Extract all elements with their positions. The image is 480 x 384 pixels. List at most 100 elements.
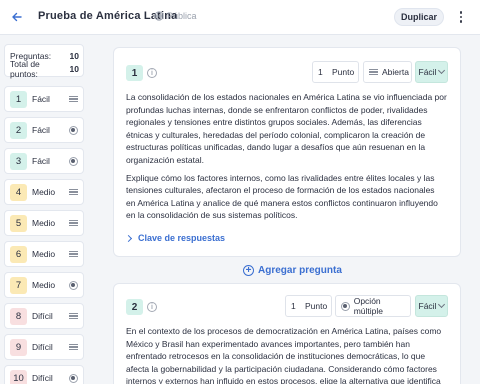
question-number-badge: 1 xyxy=(126,65,143,81)
question-nav-number: 10 xyxy=(10,369,27,384)
lines-icon xyxy=(68,311,78,321)
question-nav-difficulty: Fácil xyxy=(32,94,50,104)
points-unit: Punto xyxy=(305,301,328,311)
question-text-line: enfrentado retrocesos en la consolidació… xyxy=(126,351,426,362)
question-nav-difficulty: Medio xyxy=(32,280,56,290)
top-bar: Prueba de América Latina Pública Duplica… xyxy=(0,0,480,35)
lines-icon xyxy=(68,94,78,104)
question-text-line: regionales y tensiones entre distintos g… xyxy=(126,117,422,128)
question-text-line: afecta la gobernabilidad y la participac… xyxy=(126,363,437,374)
visibility-label: Pública xyxy=(167,11,197,21)
points-field[interactable]: 1 Punto xyxy=(312,61,359,83)
difficulty-selector[interactable]: Fácil xyxy=(415,295,448,317)
lines-icon xyxy=(68,218,78,228)
duplicate-button[interactable]: Duplicar xyxy=(394,8,444,26)
lines-icon xyxy=(68,187,78,197)
questions-count: 10 xyxy=(69,50,79,61)
question-nav-number: 4 xyxy=(10,183,27,201)
question-text: En el contexto de los procesos de democr… xyxy=(126,325,441,384)
lines-icon xyxy=(68,342,78,352)
question-nav-item[interactable]: 2 Fácil xyxy=(4,117,84,143)
question-text-line: Explique cómo los factores internos, com… xyxy=(126,172,435,183)
question-nav-item[interactable]: 6 Medio xyxy=(4,241,84,267)
radio-icon xyxy=(68,373,78,383)
question-nav-number: 6 xyxy=(10,245,27,263)
radio-icon xyxy=(341,301,350,311)
question-text-line: En el contexto de los procesos de democr… xyxy=(126,326,442,336)
question-text-line: en América Latina y analice de qué maner… xyxy=(126,197,438,208)
add-question-button[interactable]: + Agregar pregunta xyxy=(243,265,342,276)
question-text-line: organización estatal. xyxy=(126,154,204,165)
question-text-line: La consolidación de los estados nacional… xyxy=(126,92,447,102)
question-nav-item[interactable]: 7 Medio xyxy=(4,272,84,298)
info-icon[interactable]: i xyxy=(147,302,157,312)
lines-icon xyxy=(68,249,78,259)
question-nav-number: 3 xyxy=(10,152,27,170)
question-paragraph: En el contexto de los procesos de democr… xyxy=(126,325,441,384)
radio-icon xyxy=(68,280,78,290)
answer-key-toggle[interactable]: Clave de respuestas xyxy=(124,233,226,243)
question-nav-difficulty: Difícil xyxy=(32,373,53,383)
points-unit: Punto xyxy=(332,67,355,77)
question-nav-number: 5 xyxy=(10,214,27,232)
question-nav-difficulty: Medio xyxy=(32,249,56,259)
question-card-2: 2 i 1 Punto Opción múltiple Fácil En el … xyxy=(113,283,461,384)
question-nav-difficulty: Fácil xyxy=(32,125,50,135)
question-nav-difficulty: Medio xyxy=(32,218,56,228)
question-text-line: internos y externos han influido en esto… xyxy=(126,376,441,384)
question-nav-difficulty: Difícil xyxy=(32,342,53,352)
visibility-status[interactable]: Pública xyxy=(154,11,197,21)
add-question-label: Agregar pregunta xyxy=(258,265,342,276)
question-type-selector[interactable]: Opción múltiple xyxy=(335,295,411,317)
question-nav-item[interactable]: 1 Fácil xyxy=(4,86,84,112)
question-nav-difficulty: Difícil xyxy=(32,311,53,321)
question-nav-number: 8 xyxy=(10,307,27,325)
points-field[interactable]: 1 Punto xyxy=(285,295,332,317)
question-nav-item[interactable]: 10 Difícil xyxy=(4,365,84,384)
question-text-line: estructuras políticas unificadas, dando … xyxy=(126,142,426,153)
question-type-selector[interactable]: Abierta xyxy=(363,61,412,83)
question-nav-item[interactable]: 3 Fácil xyxy=(4,148,84,174)
lines-icon xyxy=(369,68,378,76)
question-paragraph: La consolidación de los estados nacional… xyxy=(126,91,447,167)
question-text-line: étnicas y culturales, heredadas del perí… xyxy=(126,129,426,140)
info-icon[interactable]: i xyxy=(147,68,157,78)
points-label: Total de puntos: xyxy=(10,58,40,79)
chevron-down-icon xyxy=(438,66,446,75)
globe-icon xyxy=(154,11,164,21)
chevron-right-icon xyxy=(124,234,133,242)
question-nav-difficulty: Fácil xyxy=(32,156,50,166)
points-total: 10 xyxy=(69,63,79,74)
question-type-label: Opción múltiple xyxy=(353,296,384,316)
chevron-down-icon xyxy=(438,300,446,309)
question-nav-item[interactable]: 4 Medio xyxy=(4,179,84,205)
question-card-1: 1 i 1 Punto Abierta Fácil La consolidaci… xyxy=(113,47,461,257)
question-nav-item[interactable]: 8 Difícil xyxy=(4,303,84,329)
question-text-line: profundas luchas internas, donde se enfr… xyxy=(126,104,428,115)
difficulty-label: Fácil xyxy=(418,301,437,311)
question-nav-number: 9 xyxy=(10,338,27,356)
radio-icon xyxy=(68,125,78,135)
question-nav-item[interactable]: 9 Difícil xyxy=(4,334,84,360)
question-nav-difficulty: Medio xyxy=(32,187,56,197)
question-nav-item[interactable]: 5 Medio xyxy=(4,210,84,236)
question-nav-number: 2 xyxy=(10,121,27,139)
question-text-line: tensiones culturales, afectaron el proce… xyxy=(126,185,435,196)
difficulty-label: Fácil xyxy=(418,67,437,77)
back-button[interactable] xyxy=(9,9,25,25)
answer-key-label: Clave de respuestas xyxy=(138,233,226,243)
points-value[interactable]: 1 xyxy=(286,301,299,311)
arrow-left-icon xyxy=(12,12,22,22)
question-nav-number: 1 xyxy=(10,90,27,108)
question-text-line: en la consolidación de sus sistemas polí… xyxy=(126,210,298,221)
plus-icon: + xyxy=(243,265,254,276)
difficulty-selector[interactable]: Fácil xyxy=(415,61,448,83)
question-nav-number: 7 xyxy=(10,276,27,294)
points-value[interactable]: 1 xyxy=(313,67,326,77)
question-type-label: Abierta xyxy=(382,67,409,77)
question-number-badge: 2 xyxy=(126,299,143,315)
quiz-summary: Preguntas: 10 Total de puntos: 10 xyxy=(4,44,84,79)
more-vertical-icon[interactable] xyxy=(456,9,466,25)
question-paragraph: Explique cómo los factores internos, com… xyxy=(126,172,447,222)
question-text-line: México y Brasil han experimentado avance… xyxy=(126,338,410,349)
